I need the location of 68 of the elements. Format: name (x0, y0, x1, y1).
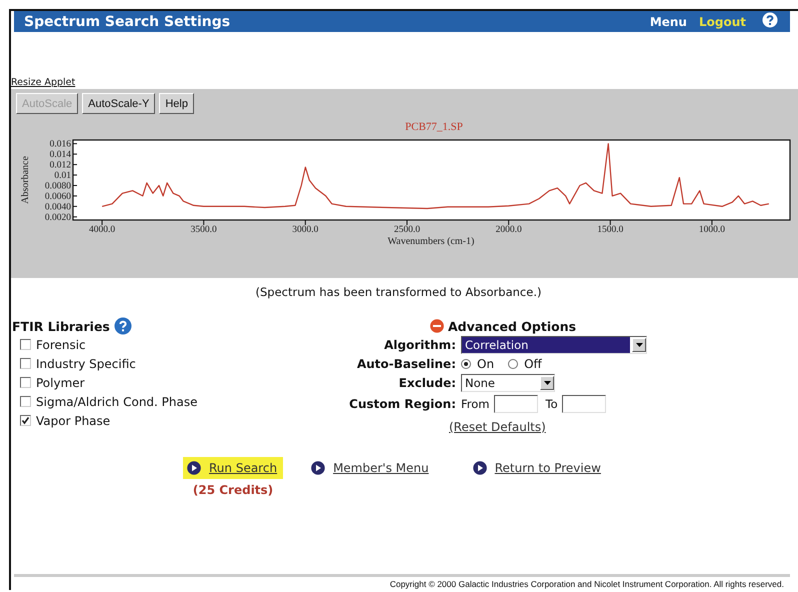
from-field[interactable] (494, 395, 538, 413)
caret-icon (544, 381, 550, 385)
resize-applet-link[interactable]: Resize Applet (11, 77, 76, 89)
radio-label: Off (524, 357, 542, 371)
exclude-label: Exclude: (398, 376, 456, 390)
radio-label: On (477, 357, 494, 371)
x-tick-label: 2000.0 (496, 225, 522, 235)
exclude-dropdown[interactable]: None (461, 374, 555, 392)
action-link[interactable]: Return to Preview (494, 461, 601, 475)
y-tick-label: 0.0080 (44, 182, 71, 192)
checkbox[interactable] (20, 396, 31, 407)
checkbox[interactable] (20, 358, 31, 369)
y-tick-label: 0.0040 (44, 202, 71, 212)
library-label: Sigma/Aldrich Cond. Phase (36, 394, 198, 408)
copyright-text: Copyright © 2000 Galactic Industries Corporation and Nicolet Instrument Corporation. All rights reserved. (388, 578, 785, 590)
y-tick-label: 0.012 (50, 160, 71, 171)
advanced-options-heading: Advanced Options (448, 318, 576, 334)
libraries-heading: FTIR Libraries (12, 318, 110, 334)
from-label: From (461, 397, 490, 411)
radio-button[interactable] (461, 359, 471, 369)
menu-link[interactable]: Menu (650, 14, 687, 28)
y-axis-label: Absorbance (20, 156, 31, 204)
action[interactable]: Member's Menu (307, 457, 435, 479)
y-tick-label: 0.016 (50, 140, 71, 150)
x-tick-label: 3500.0 (190, 225, 217, 235)
chart-title: PCB77_1.SP (405, 121, 463, 133)
y-tick-label: 0.014 (50, 150, 71, 160)
library-label: Industry Specific (36, 356, 136, 370)
toolbar-button[interactable]: Help (159, 93, 194, 114)
help-icon[interactable] (114, 317, 132, 335)
action-link[interactable]: Run Search (209, 461, 278, 475)
highlighted-action[interactable]: Run Search (183, 457, 284, 479)
x-tick-label: 2500.0 (394, 225, 420, 235)
credits-note: (25 Credits) (192, 483, 274, 497)
x-tick-label: 1000.0 (698, 225, 725, 235)
y-tick-label: 0.0020 (44, 212, 71, 223)
to-field[interactable] (562, 395, 606, 413)
help-icon[interactable] (762, 12, 778, 28)
x-tick-label: 1500.0 (597, 225, 624, 235)
play-icon (311, 461, 326, 475)
action-link[interactable]: Member's Menu (333, 461, 429, 475)
collapse-icon[interactable] (430, 319, 444, 333)
library-label: Vapor Phase (36, 414, 110, 428)
toolbar-button[interactable]: AutoScale-Y (82, 93, 156, 114)
play-icon (187, 461, 201, 475)
action[interactable]: Return to Preview (468, 457, 607, 479)
auto-baseline-label: Auto-Baseline: (356, 357, 456, 371)
to-label: To (546, 397, 558, 411)
reset-defaults-link[interactable]: (Reset Defaults) (449, 420, 647, 434)
x-tick-label: 3000.0 (292, 225, 318, 235)
checkbox[interactable] (20, 377, 31, 388)
x-tick-label: 4000.0 (89, 225, 116, 235)
logout-link[interactable]: Logout (698, 14, 746, 28)
caret-icon (636, 343, 642, 347)
y-tick-label: 0.0060 (44, 192, 71, 202)
transform-note: (Spectrum has been transformed to Absorbance.) (254, 285, 542, 299)
play-icon (472, 461, 487, 475)
y-tick-label: 0.01 (54, 171, 71, 182)
checkbox[interactable] (20, 339, 31, 350)
algorithm-dropdown[interactable]: Correlation (461, 336, 647, 354)
algorithm-label: Algorithm: (383, 338, 456, 352)
library-label: Forensic (36, 338, 86, 352)
x-axis-label: Wavenumbers (cm-1) (388, 236, 474, 247)
library-label: Polymer (36, 376, 85, 390)
custom-region-label: Custom Region: (348, 397, 456, 411)
page-title: Spectrum Search Settings (24, 14, 230, 30)
checkbox[interactable] (20, 415, 31, 426)
radio-button[interactable] (508, 359, 518, 369)
